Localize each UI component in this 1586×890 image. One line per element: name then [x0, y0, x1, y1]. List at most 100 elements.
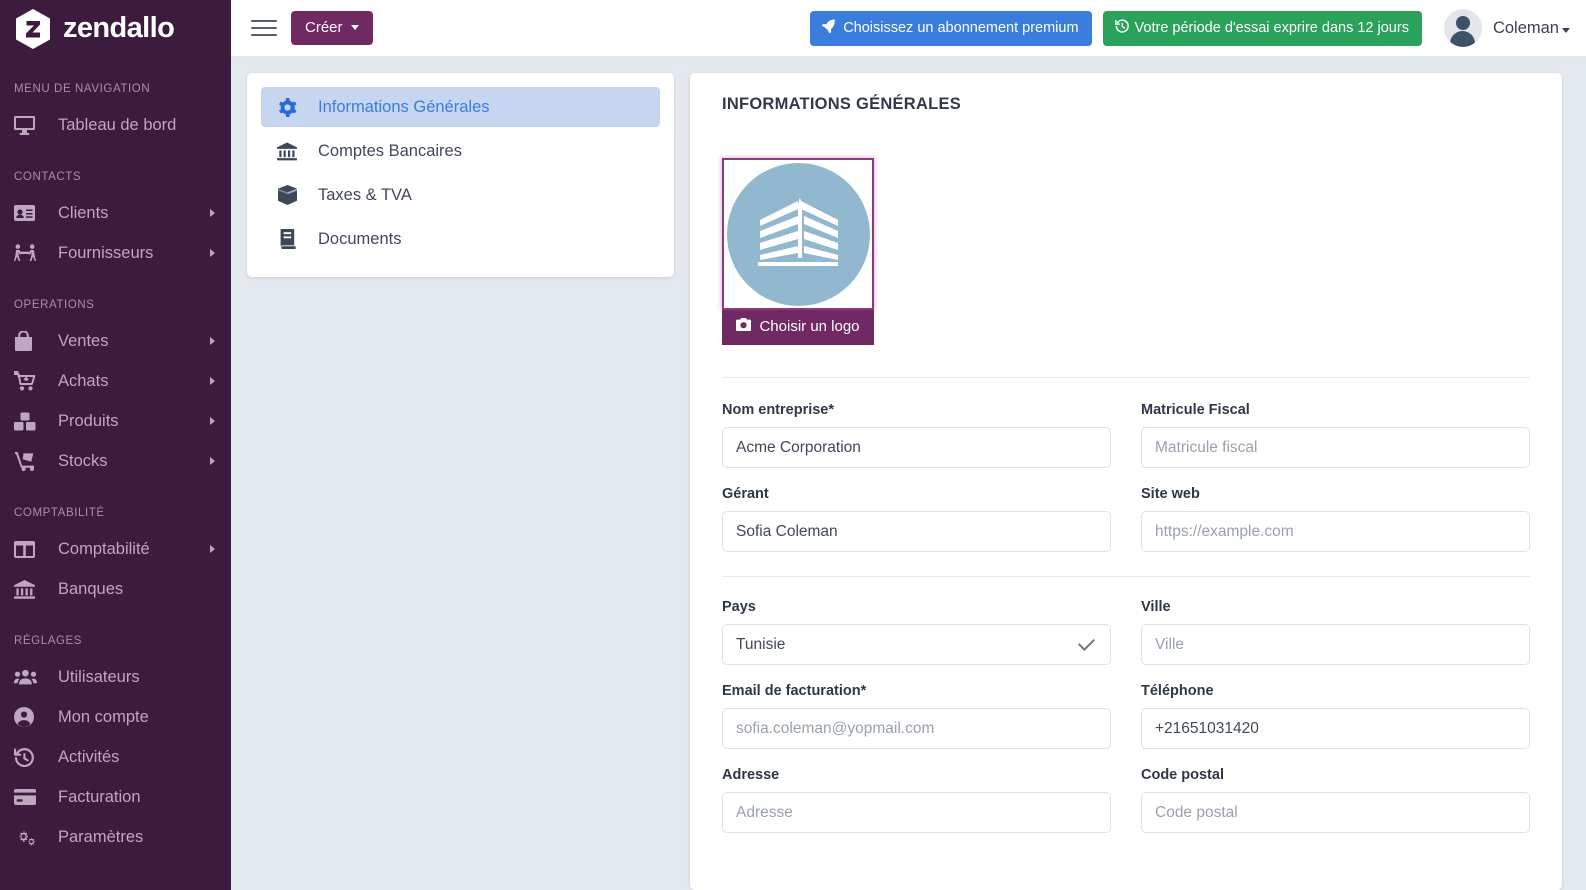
tab-informations-generales[interactable]: Informations Générales: [261, 87, 660, 127]
sidebar-item-label: Stocks: [58, 451, 108, 470]
hexagon-z-logo-icon: [14, 8, 52, 50]
logo-preview-frame: [722, 158, 874, 310]
sidebar-item-banques[interactable]: Banques: [0, 569, 231, 609]
field-label: Code postal: [1141, 767, 1224, 783]
sidebar-item-fournisseurs[interactable]: Fournisseurs: [0, 233, 231, 273]
manager-input[interactable]: [722, 511, 1111, 552]
sidebar-section-title-comptabilite: COMPTABILITÉ: [14, 507, 105, 519]
chevron-right-icon: [210, 377, 215, 385]
sidebar-item-label: Fournisseurs: [58, 243, 154, 262]
chevron-right-icon: [210, 545, 215, 553]
dolly-icon: [14, 451, 44, 471]
sidebar-item-label: Ventes: [58, 331, 109, 350]
sidebar-item-ventes[interactable]: Ventes: [0, 321, 231, 361]
rocket-icon: [822, 19, 836, 37]
content-area: Informations Générales Comptes Bancaires…: [231, 57, 1586, 890]
tax-id-input[interactable]: [1141, 427, 1530, 468]
sidebar-item-label: Achats: [58, 371, 109, 390]
choose-logo-button[interactable]: Choisir un logo: [722, 310, 874, 345]
postal-code-input[interactable]: [1141, 792, 1530, 833]
sidebar-item-label: Banques: [58, 579, 124, 598]
company-form: Nom entreprise* Matricule Fiscal Gérant …: [722, 402, 1530, 851]
field-label: Ville: [1141, 599, 1171, 615]
sidebar-section-title-navigation: MENU DE NAVIGATION: [14, 83, 151, 95]
history-icon: [1114, 19, 1129, 37]
sidebar-item-tableau-de-bord[interactable]: Tableau de bord: [0, 105, 231, 145]
field-website: Site web: [1141, 486, 1530, 552]
general-information-panel: INFORMATIONS GÉNÉRALES Choisir un logo N…: [690, 73, 1562, 890]
users-icon: [14, 669, 44, 685]
sidebar-section-title-operations: OPERATIONS: [14, 299, 95, 311]
desktop-icon: [14, 115, 44, 135]
brand[interactable]: zendallo: [0, 0, 231, 57]
building-logo-icon: [726, 162, 870, 306]
sidebar-item-mon-compte[interactable]: Mon compte: [0, 697, 231, 737]
field-label: Pays: [722, 599, 756, 615]
shopping-bag-icon: [14, 331, 44, 351]
sidebar-item-comptabilite[interactable]: Comptabilité: [0, 529, 231, 569]
chevron-right-icon: [210, 457, 215, 465]
user-menu-label: Coleman: [1493, 19, 1570, 38]
address-input[interactable]: [722, 792, 1111, 833]
sidebar-item-label: Tableau de bord: [58, 115, 177, 134]
website-input[interactable]: [1141, 511, 1530, 552]
sidebar-item-activites[interactable]: Activités: [0, 737, 231, 777]
chevron-down-icon: [350, 25, 359, 30]
columns-icon: [14, 540, 44, 558]
sidebar-section-title-reglages: RÉGLAGES: [14, 635, 83, 647]
field-company-name: Nom entreprise*: [722, 402, 1111, 468]
brand-name: zendallo: [63, 12, 175, 44]
settings-tab-list: Informations Générales Comptes Bancaires…: [247, 73, 674, 277]
field-label: Email de facturation*: [722, 683, 867, 699]
sidebar-item-label: Activités: [58, 747, 120, 766]
sidebar-item-label: Comptabilité: [58, 539, 150, 558]
history-icon: [14, 747, 44, 767]
sidebar-item-clients[interactable]: Clients: [0, 193, 231, 233]
sidebar-item-label: Paramètres: [58, 827, 144, 846]
hamburger-icon[interactable]: [247, 11, 281, 45]
sidebar-item-facturation[interactable]: Facturation: [0, 777, 231, 817]
chevron-down-icon: [1078, 634, 1095, 651]
section-divider: [722, 377, 1530, 378]
sidebar-item-produits[interactable]: Produits: [0, 401, 231, 441]
choose-logo-label: Choisir un logo: [759, 318, 860, 335]
form-divider: [722, 576, 1530, 577]
billing-email-input[interactable]: [722, 708, 1111, 749]
sidebar-item-label: Mon compte: [58, 707, 149, 726]
app-root: zendallo MENU DE NAVIGATION Tableau de b…: [0, 0, 1586, 890]
credit-card-icon: [14, 789, 44, 805]
main-area: Créer Choisissez un abonnement premium V…: [231, 0, 1586, 890]
sidebar-item-label: Facturation: [58, 787, 141, 806]
trial-status-button[interactable]: Votre période d'essai exprire dans 12 jo…: [1102, 10, 1422, 46]
tab-label: Taxes & TVA: [318, 185, 412, 204]
field-label: Gérant: [722, 486, 769, 502]
field-postal-code: Code postal: [1141, 767, 1530, 833]
sidebar-section-title-contacts: CONTACTS: [14, 171, 82, 183]
top-bar: Créer Choisissez un abonnement premium V…: [231, 0, 1586, 57]
tab-label: Comptes Bancaires: [318, 141, 462, 160]
create-button[interactable]: Créer: [291, 11, 373, 45]
country-select[interactable]: Tunisie: [722, 624, 1111, 665]
field-city: Ville: [1141, 599, 1530, 665]
tab-label: Informations Générales: [318, 97, 490, 116]
chevron-down-icon: [1562, 27, 1570, 33]
sidebar-item-label: Utilisateurs: [58, 667, 140, 686]
city-input[interactable]: [1141, 624, 1530, 665]
field-label: Matricule Fiscal: [1141, 402, 1250, 418]
user-menu[interactable]: Coleman: [1443, 9, 1570, 47]
tab-comptes-bancaires[interactable]: Comptes Bancaires: [261, 131, 660, 171]
sidebar-item-stocks[interactable]: Stocks: [0, 441, 231, 481]
sidebar-item-utilisateurs[interactable]: Utilisateurs: [0, 657, 231, 697]
user-circle-icon: [14, 707, 44, 727]
phone-input[interactable]: [1141, 708, 1530, 749]
premium-subscription-button[interactable]: Choisissez un abonnement premium: [810, 10, 1092, 46]
tab-taxes-tva[interactable]: Taxes & TVA: [261, 175, 660, 215]
company-name-input[interactable]: [722, 427, 1111, 468]
sidebar-item-parametres[interactable]: Paramètres: [0, 817, 231, 857]
sidebar-item-label: Clients: [58, 203, 109, 222]
field-label: Adresse: [722, 767, 780, 783]
sidebar-item-achats[interactable]: Achats: [0, 361, 231, 401]
sidebar: zendallo MENU DE NAVIGATION Tableau de b…: [0, 0, 231, 890]
tab-documents[interactable]: Documents: [261, 219, 660, 259]
cogs-icon: [14, 828, 44, 847]
